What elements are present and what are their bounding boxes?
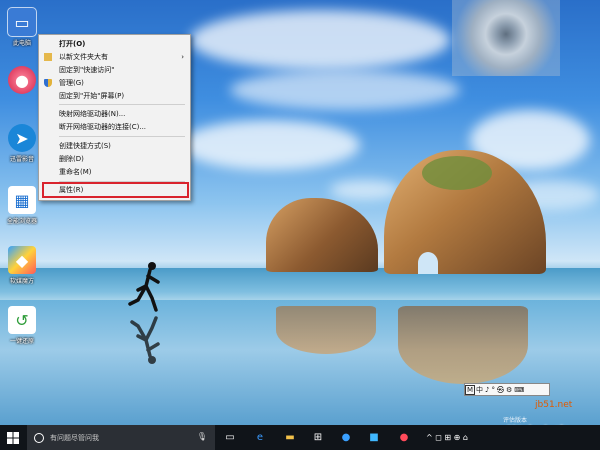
- desktop-icon-red-app[interactable]: ●: [4, 66, 40, 94]
- menu-separator: [59, 136, 185, 137]
- rock-reflection: [398, 306, 528, 384]
- watermark-site: jb51.net: [535, 400, 573, 410]
- rock-arch-opening: [418, 252, 438, 274]
- menu-item-pin-start[interactable]: 固定到"开始"屏幕(P): [39, 90, 190, 102]
- menu-item-label: 重命名(M): [59, 168, 92, 176]
- file-explorer-icon[interactable]: ▬: [282, 429, 298, 445]
- cloud: [180, 120, 360, 170]
- desktop-icon-label: 此电脑: [12, 40, 31, 47]
- menu-item-open[interactable]: 打开(O): [39, 38, 190, 50]
- task-view-icon[interactable]: ▭: [222, 429, 238, 445]
- red-app-icon: ●: [8, 66, 36, 94]
- folder-icon: [44, 53, 52, 61]
- taskbar: 有问题尽管问我 🎙 ▭ e ▬ ⊞ ● ■ ● ^ ◻ ⊞ ⊕ ⌂: [0, 425, 600, 450]
- xunlei-taskbar-icon[interactable]: ●: [338, 429, 354, 445]
- highlight-box: [42, 182, 189, 198]
- desktop-icon-browser[interactable]: ▦ 全能浏览器: [4, 186, 40, 225]
- desktop-icon-xunlei[interactable]: ➤ 迅雷影音: [4, 124, 40, 163]
- runner-silhouette: [128, 262, 160, 364]
- menu-item-create-shortcut[interactable]: 创建快捷方式(S): [39, 140, 190, 152]
- microphone-icon[interactable]: 🎙: [197, 432, 207, 441]
- tray-icons[interactable]: ^ ◻ ⊞ ⊕ ⌂: [426, 433, 468, 442]
- menu-item-label: 创建快捷方式(S): [59, 142, 111, 150]
- menu-item-disconnect-drive[interactable]: 断开网络驱动器的连接(C)...: [39, 121, 190, 133]
- app-taskbar-icon[interactable]: ■: [366, 429, 382, 445]
- ime-language-icon[interactable]: 中: [475, 385, 484, 395]
- rock-reflection: [276, 306, 376, 354]
- cloud: [190, 10, 450, 70]
- ime-settings-icon[interactable]: ⚙: [505, 386, 513, 394]
- desktop-icon-label: 软媒魔方: [9, 278, 34, 285]
- desktop-icon-label: 一键还原: [9, 338, 34, 345]
- restore-app-icon: ↺: [8, 306, 36, 334]
- red-taskbar-icon[interactable]: ●: [396, 429, 412, 445]
- menu-item-label: 删除(D): [59, 155, 84, 163]
- cortana-icon: [34, 432, 44, 443]
- store-icon[interactable]: ⊞: [310, 429, 326, 445]
- computer-icon: ▭: [7, 7, 37, 37]
- menu-item-label: 固定到"快速访问": [59, 66, 115, 74]
- desktop-icon-cube[interactable]: ◆ 软媒魔方: [4, 246, 40, 285]
- menu-item-rename[interactable]: 重命名(M): [39, 166, 190, 178]
- menu-item-label: 管理(G): [59, 79, 84, 87]
- menu-item-label: 断开网络驱动器的连接(C)...: [59, 123, 147, 131]
- shield-icon: [44, 79, 52, 87]
- search-box[interactable]: 有问题尽管问我 🎙: [27, 425, 215, 450]
- menu-item-map-drive[interactable]: 映射网络驱动器(N)...: [39, 108, 190, 120]
- menu-item-delete[interactable]: 删除(D): [39, 153, 190, 165]
- context-menu: 打开(O) 以新文件夹大有 › 固定到"快速访问" 管理(G) 固定到"开始"屏…: [38, 34, 191, 201]
- menu-separator: [59, 104, 185, 105]
- menu-item-folder[interactable]: 以新文件夹大有 ›: [39, 51, 190, 63]
- cloud: [330, 180, 400, 200]
- windows-logo-icon: [7, 431, 19, 444]
- rock-left: [266, 198, 378, 272]
- ime-toolbar[interactable]: M 中 ♪ ° ㉿ ⚙ ⌨: [464, 383, 550, 396]
- chevron-right-icon: ›: [181, 53, 184, 61]
- menu-item-label: 以新文件夹大有: [59, 53, 108, 61]
- desktop-icon-this-pc[interactable]: ▭ 此电脑: [4, 7, 40, 47]
- window-app-icon: ▦: [8, 186, 36, 214]
- cloud: [230, 70, 460, 110]
- decorative-disk-graphic: [452, 0, 560, 76]
- ime-skin-icon[interactable]: ㉿: [496, 385, 505, 395]
- menu-item-pin-quick-access[interactable]: 固定到"快速访问": [39, 64, 190, 76]
- desktop-icon-label: 全能浏览器: [6, 218, 37, 225]
- system-tray[interactable]: ^ ◻ ⊞ ⊕ ⌂: [426, 425, 468, 450]
- desktop-icon-label: 迅雷影音: [9, 156, 34, 163]
- desktop-icon-restore[interactable]: ↺ 一键还原: [4, 306, 40, 345]
- edge-icon[interactable]: e: [252, 429, 268, 445]
- menu-item-label: 映射网络驱动器(N)...: [59, 110, 126, 118]
- ime-keyboard-icon[interactable]: ⌨: [513, 386, 525, 394]
- menu-item-label: 打开(O): [59, 40, 86, 48]
- menu-item-label: 固定到"开始"屏幕(P): [59, 92, 125, 100]
- search-placeholder: 有问题尽管问我: [50, 433, 99, 442]
- ime-mode-icon[interactable]: M: [465, 384, 476, 395]
- menu-item-manage[interactable]: 管理(G): [39, 77, 190, 89]
- cube-app-icon: ◆: [8, 246, 36, 274]
- blue-app-icon: ➤: [8, 124, 36, 152]
- start-button[interactable]: [0, 425, 26, 450]
